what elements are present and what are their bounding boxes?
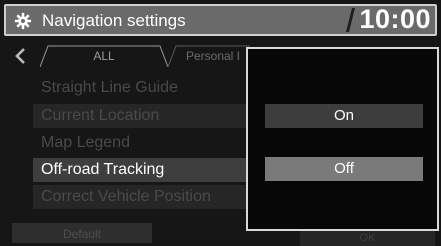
tab-personal[interactable]: Personal I: [176, 44, 250, 66]
back-arrow-icon[interactable]: [13, 46, 29, 66]
setting-map-legend[interactable]: Map Legend: [33, 131, 263, 155]
header-divider: [346, 8, 355, 32]
page-title: Navigation settings: [42, 11, 186, 30]
option-on-button[interactable]: On: [265, 104, 423, 128]
setting-correct-vehicle-position[interactable]: Correct Vehicle Position: [33, 185, 263, 209]
gear-icon: [14, 12, 32, 30]
setting-straight-line-guide[interactable]: Straight Line Guide: [33, 76, 263, 100]
tab-all[interactable]: ALL: [48, 44, 160, 66]
option-popup: On Off: [246, 47, 439, 231]
clock-display: 10:00: [359, 4, 431, 34]
setting-current-location[interactable]: Current Location: [33, 104, 263, 128]
option-off-button[interactable]: Off: [265, 157, 423, 181]
setting-off-road-tracking[interactable]: Off-road Tracking: [33, 158, 263, 182]
default-button[interactable]: Default: [12, 223, 152, 243]
navigation-settings-screen: Navigation settings 10:00 ALL Personal I…: [0, 0, 441, 246]
header-bar: Navigation settings 10:00: [4, 4, 437, 36]
